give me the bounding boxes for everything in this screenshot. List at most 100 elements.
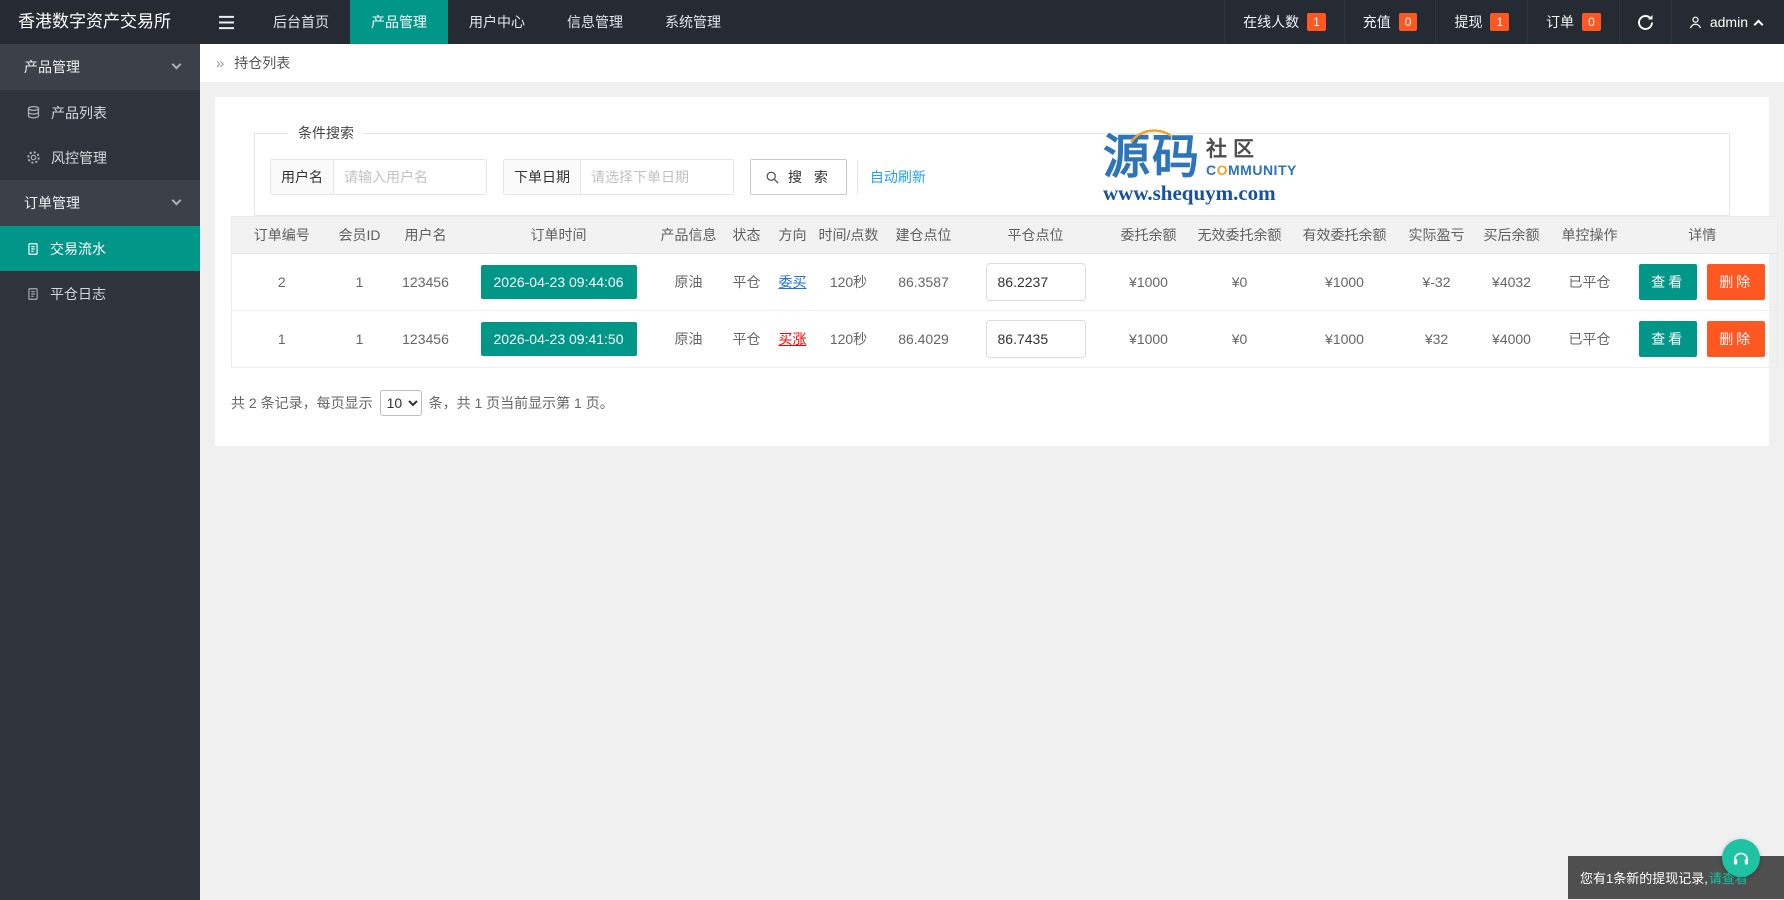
top-nav: 后台首页 产品管理 用户中心 信息管理 系统管理 — [252, 0, 742, 44]
cell-balance-after: ¥4032 — [1471, 253, 1552, 311]
stat-orders-badge: 0 — [1582, 13, 1601, 31]
user-name: admin — [1709, 14, 1748, 30]
col-header-direction: 方向 — [769, 216, 816, 254]
nav-item-users[interactable]: 用户中心 — [448, 0, 546, 44]
col-header-open-point: 建仓点位 — [881, 216, 966, 254]
search-button-label: 搜 索 — [788, 169, 832, 185]
col-header-valid-entrust: 有效委托余额 — [1287, 216, 1402, 254]
cell-order-no: 2 — [231, 253, 332, 311]
user-menu[interactable]: admin — [1670, 0, 1784, 44]
pagination-suffix: 条，共 1 页当前显示第 1 页。 — [428, 395, 614, 411]
col-header-close-point: 平仓点位 — [965, 216, 1106, 254]
stat-recharge[interactable]: 充值 0 — [1343, 0, 1436, 44]
username-label: 用户名 — [271, 160, 334, 194]
col-header-control: 单控操作 — [1551, 216, 1628, 254]
content-card: 条件搜索 用户名 下单日期 搜 索 自动刷新 — [215, 97, 1778, 446]
search-legend: 条件搜索 — [298, 125, 354, 141]
top-navbar: 香港数字资产交易所 后台首页 产品管理 用户中心 信息管理 系统管理 在线人数 … — [0, 0, 1784, 44]
cell-valid-entrust: ¥1000 — [1287, 310, 1402, 368]
page-size-select[interactable]: 10 — [379, 390, 422, 416]
search-fieldset: 条件搜索 用户名 下单日期 搜 索 自动刷新 — [254, 123, 1730, 216]
search-button[interactable]: 搜 索 — [750, 159, 847, 195]
cell-control-status: 已平仓 — [1551, 310, 1628, 368]
page-title: 持仓列表 — [234, 55, 291, 71]
stat-recharge-label: 充值 — [1362, 14, 1391, 30]
cell-open-point: 86.3587 — [881, 253, 966, 311]
headset-icon — [1733, 852, 1749, 865]
sidebar-group-label: 订单管理 — [24, 195, 80, 211]
username-input[interactable] — [334, 160, 486, 194]
order-time-button[interactable]: 2026-04-23 09:44:06 — [480, 265, 637, 299]
order-date-input[interactable] — [581, 160, 733, 194]
nav-item-home[interactable]: 后台首页 — [252, 0, 350, 44]
col-header-detail: 详情 — [1627, 216, 1778, 254]
direction-link[interactable]: 买涨 — [779, 331, 807, 347]
breadcrumb-separator: » — [216, 55, 225, 72]
cell-valid-entrust: ¥1000 — [1287, 253, 1402, 311]
col-header-profit: 实际盈亏 — [1401, 216, 1472, 254]
sidebar-item-label: 平仓日志 — [50, 285, 106, 302]
delete-button[interactable]: 删除 — [1707, 264, 1766, 300]
pagination-prefix: 共 2 条记录，每页显示 — [231, 395, 373, 411]
topbar-right: 在线人数 1 充值 0 提现 1 订单 0 admin — [1224, 0, 1784, 44]
delete-button[interactable]: 删除 — [1707, 321, 1766, 357]
layers-icon — [27, 105, 40, 119]
auto-refresh-link[interactable]: 自动刷新 — [870, 167, 926, 187]
search-icon — [766, 171, 779, 184]
stat-withdraw[interactable]: 提现 1 — [1435, 0, 1527, 44]
positions-table: 订单编号 会员ID 用户名 订单时间 产品信息 状态 方向 时间/点数 建仓点位… — [231, 216, 1778, 368]
sidebar-item-label: 交易流水 — [50, 240, 106, 257]
notification-circle-button[interactable] — [1722, 839, 1760, 877]
col-header-balance-after: 买后余额 — [1471, 216, 1552, 254]
username-group: 用户名 — [270, 159, 487, 195]
col-header-status: 状态 — [723, 216, 770, 254]
cell-profit: ¥32 — [1401, 310, 1472, 368]
sidebar-item-risk-management[interactable]: 风控管理 — [0, 135, 200, 180]
cell-entrust-balance: ¥1000 — [1105, 253, 1192, 311]
order-date-label: 下单日期 — [504, 160, 581, 194]
nav-item-products[interactable]: 产品管理 — [350, 0, 448, 44]
stat-orders-label: 订单 — [1546, 14, 1575, 30]
stat-online-label: 在线人数 — [1243, 14, 1300, 30]
sidebar-group-order-management[interactable]: 订单管理 — [0, 180, 200, 226]
close-point-input[interactable] — [985, 263, 1086, 301]
main-content: » 持仓列表 条件搜索 用户名 下单日期 搜 索 — [200, 44, 1784, 900]
cell-duration: 120秒 — [815, 310, 882, 368]
sidebar-group-product-management[interactable]: 产品管理 — [0, 44, 200, 90]
sidebar-item-trade-flow[interactable]: 交易流水 — [0, 226, 200, 271]
document-icon — [28, 242, 38, 255]
refresh-button[interactable] — [1618, 0, 1671, 44]
col-header-duration: 时间/点数 — [815, 216, 882, 254]
cell-open-point: 86.4029 — [881, 310, 966, 368]
direction-link[interactable]: 委买 — [779, 274, 807, 290]
close-point-input[interactable] — [985, 320, 1086, 358]
sidebar-item-close-log[interactable]: 平仓日志 — [0, 271, 200, 316]
stat-online[interactable]: 在线人数 1 — [1224, 0, 1344, 44]
user-icon — [1689, 16, 1701, 28]
sidebar-group-label: 产品管理 — [24, 59, 80, 75]
stat-orders[interactable]: 订单 0 — [1527, 0, 1619, 44]
stat-recharge-badge: 0 — [1398, 13, 1418, 31]
sidebar-item-product-list[interactable]: 产品列表 — [0, 90, 200, 135]
nav-item-system[interactable]: 系统管理 — [644, 0, 742, 44]
order-time-button[interactable]: 2026-04-23 09:41:50 — [480, 322, 637, 356]
brand-title: 香港数字资产交易所 — [18, 12, 171, 31]
cell-balance-after: ¥4000 — [1471, 310, 1552, 368]
order-date-group: 下单日期 — [503, 159, 734, 195]
vertical-divider — [856, 160, 858, 194]
cell-control-status: 已平仓 — [1551, 253, 1628, 311]
view-button[interactable]: 查看 — [1639, 264, 1698, 300]
sidebar-item-label: 产品列表 — [51, 104, 107, 121]
gear-icon — [27, 151, 40, 164]
chevron-down-icon — [171, 195, 182, 206]
col-header-order-time: 订单时间 — [463, 216, 654, 254]
refresh-icon — [1637, 14, 1653, 30]
stat-withdraw-label: 提现 — [1454, 14, 1483, 30]
col-header-username: 用户名 — [387, 216, 464, 254]
chevron-up-icon — [1753, 19, 1764, 29]
col-header-entrust-balance: 委托余额 — [1105, 216, 1192, 254]
view-button[interactable]: 查看 — [1639, 321, 1698, 357]
hamburger-menu-icon[interactable] — [200, 0, 252, 44]
table-row: 1 1 123456 2026-04-23 09:41:50 原油 平仓 买涨 … — [231, 310, 1778, 368]
nav-item-info[interactable]: 信息管理 — [546, 0, 644, 44]
